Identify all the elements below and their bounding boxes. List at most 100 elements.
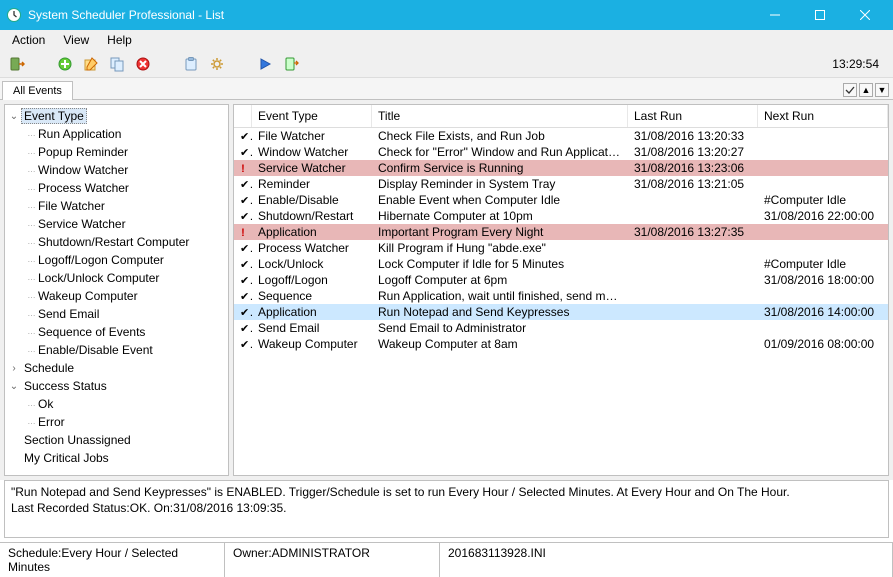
list-panel[interactable]: Event Type Title Last Run Next Run ✔File… <box>233 104 889 476</box>
error-icon: ! <box>234 224 252 240</box>
cell-last-run <box>628 199 758 201</box>
minimize-button[interactable] <box>752 0 797 30</box>
cell-title: Check File Exists, and Run Job <box>372 128 628 144</box>
list-row[interactable]: ✔Window WatcherCheck for "Error" Window … <box>234 144 888 160</box>
tree-label[interactable]: Success Status <box>21 378 110 394</box>
settings-button[interactable] <box>206 53 228 75</box>
list-row[interactable]: ✔Enable/DisableEnable Event when Compute… <box>234 192 888 208</box>
check-button[interactable] <box>843 83 857 97</box>
col-title[interactable]: Title <box>372 105 628 127</box>
check-icon: ✔ <box>234 208 252 224</box>
new-button[interactable] <box>54 53 76 75</box>
tree-leaf[interactable]: Logoff/Logon Computer <box>21 251 226 269</box>
menu-help[interactable]: Help <box>99 31 140 49</box>
cell-title: Display Reminder in System Tray <box>372 176 628 192</box>
tree-label[interactable]: Event Type <box>21 108 87 124</box>
maximize-button[interactable] <box>797 0 842 30</box>
list-row[interactable]: ✔ReminderDisplay Reminder in System Tray… <box>234 176 888 192</box>
list-row[interactable]: ✔Lock/UnlockLock Computer if Idle for 5 … <box>234 256 888 272</box>
tree-leaf[interactable]: Popup Reminder <box>21 143 226 161</box>
tree-node[interactable]: Section Unassigned <box>7 431 226 449</box>
down-button[interactable]: ▼ <box>875 83 889 97</box>
list-row[interactable]: ✔Logoff/LogonLogoff Computer at 6pm31/08… <box>234 272 888 288</box>
tree-panel[interactable]: ⌄Event TypeRun ApplicationPopup Reminder… <box>4 104 229 476</box>
cell-next-run <box>758 183 888 185</box>
tree-label[interactable]: Schedule <box>21 360 77 376</box>
copy-button[interactable] <box>106 53 128 75</box>
error-icon: ! <box>234 160 252 176</box>
collapse-icon[interactable]: ⌄ <box>7 381 21 392</box>
tree-node[interactable]: My Critical Jobs <box>7 449 226 467</box>
cell-next-run <box>758 151 888 153</box>
col-next-run[interactable]: Next Run <box>758 105 888 127</box>
list-row[interactable]: ✔Process WatcherKill Program if Hung "ab… <box>234 240 888 256</box>
tree-leaf[interactable]: Service Watcher <box>21 215 226 233</box>
list-row[interactable]: ✔ApplicationRun Notepad and Send Keypres… <box>234 304 888 320</box>
tab-all-events[interactable]: All Events <box>2 81 73 100</box>
tree-leaf[interactable]: Lock/Unlock Computer <box>21 269 226 287</box>
log-button[interactable] <box>280 53 302 75</box>
tree-leaf[interactable]: Process Watcher <box>21 179 226 197</box>
cell-last-run: 31/08/2016 13:27:35 <box>628 224 758 240</box>
list-row[interactable]: ✔File WatcherCheck File Exists, and Run … <box>234 128 888 144</box>
titlebar: System Scheduler Professional - List <box>0 0 893 30</box>
cell-title: Enable Event when Computer Idle <box>372 192 628 208</box>
col-status[interactable] <box>234 105 252 127</box>
cell-title: Wakeup Computer at 8am <box>372 336 628 352</box>
delete-button[interactable] <box>132 53 154 75</box>
list-row[interactable]: ✔Send EmailSend Email to Administrator <box>234 320 888 336</box>
tree-leaf[interactable]: Window Watcher <box>21 161 226 179</box>
list-row[interactable]: ✔Shutdown/RestartHibernate Computer at 1… <box>234 208 888 224</box>
tree-label[interactable]: My Critical Jobs <box>21 450 112 466</box>
cell-event-type: Process Watcher <box>252 240 372 256</box>
cell-title: Hibernate Computer at 10pm <box>372 208 628 224</box>
cell-next-run <box>758 231 888 233</box>
exit-button[interactable] <box>6 53 28 75</box>
check-icon: ✔ <box>234 144 252 160</box>
tree-leaf[interactable]: File Watcher <box>21 197 226 215</box>
cell-last-run <box>628 263 758 265</box>
tree-leaf[interactable]: Enable/Disable Event <box>21 341 226 359</box>
menubar: Action View Help <box>0 30 893 50</box>
tree-leaf[interactable]: Sequence of Events <box>21 323 226 341</box>
tree-leaf[interactable]: Error <box>21 413 226 431</box>
cell-event-type: Service Watcher <box>252 160 372 176</box>
list-header: Event Type Title Last Run Next Run <box>234 105 888 128</box>
tree-node[interactable]: ⌄Success Status <box>7 377 226 395</box>
tree-leaf[interactable]: Wakeup Computer <box>21 287 226 305</box>
cell-last-run <box>628 279 758 281</box>
cell-last-run <box>628 311 758 313</box>
cell-next-run <box>758 135 888 137</box>
run-button[interactable] <box>254 53 276 75</box>
cell-title: Send Email to Administrator <box>372 320 628 336</box>
collapse-icon[interactable]: ⌄ <box>7 111 21 122</box>
cell-last-run: 31/08/2016 13:20:27 <box>628 144 758 160</box>
cell-event-type: Send Email <box>252 320 372 336</box>
list-row[interactable]: !ApplicationImportant Program Every Nigh… <box>234 224 888 240</box>
list-row[interactable]: ✔SequenceRun Application, wait until fin… <box>234 288 888 304</box>
tree-label[interactable]: Section Unassigned <box>21 432 134 448</box>
tree-node[interactable]: ⌄Event Type <box>7 107 226 125</box>
tree-leaf[interactable]: Send Email <box>21 305 226 323</box>
list-row[interactable]: ✔Wakeup ComputerWakeup Computer at 8am01… <box>234 336 888 352</box>
cell-last-run <box>628 247 758 249</box>
menu-action[interactable]: Action <box>4 31 53 49</box>
tree-leaf[interactable]: Run Application <box>21 125 226 143</box>
menu-view[interactable]: View <box>55 31 97 49</box>
tree-leaf[interactable]: Ok <box>21 395 226 413</box>
up-button[interactable]: ▲ <box>859 83 873 97</box>
status-file: 201683113928.INI <box>440 543 893 577</box>
cell-event-type: Logoff/Logon <box>252 272 372 288</box>
list-row[interactable]: !Service WatcherConfirm Service is Runni… <box>234 160 888 176</box>
clipboard-button[interactable] <box>180 53 202 75</box>
close-button[interactable] <box>842 0 887 30</box>
cell-event-type: Enable/Disable <box>252 192 372 208</box>
expand-icon[interactable]: › <box>7 363 21 374</box>
col-last-run[interactable]: Last Run <box>628 105 758 127</box>
tree-node[interactable]: ›Schedule <box>7 359 226 377</box>
col-event-type[interactable]: Event Type <box>252 105 372 127</box>
edit-button[interactable] <box>80 53 102 75</box>
cell-event-type: Window Watcher <box>252 144 372 160</box>
cell-last-run <box>628 327 758 329</box>
tree-leaf[interactable]: Shutdown/Restart Computer <box>21 233 226 251</box>
